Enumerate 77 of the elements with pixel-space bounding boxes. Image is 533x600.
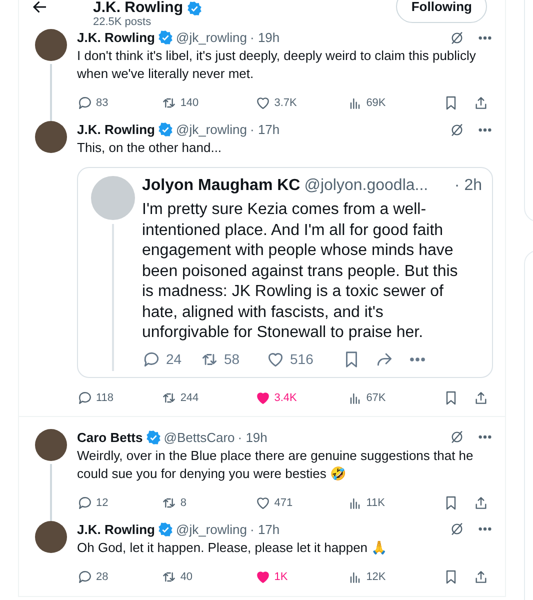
quoted-post-card[interactable]: [77, 167, 493, 378]
reply-button[interactable]: 118: [77, 390, 162, 406]
profile-name: J.K. Rowling: [93, 0, 183, 16]
repost-count: 140: [180, 97, 199, 109]
post-text: This, on the other hand...: [77, 139, 223, 157]
reply-count: 118: [96, 392, 114, 404]
repost-count: 8: [180, 496, 186, 508]
avatar: [35, 520, 67, 552]
reply-icon[interactable]: [77, 568, 93, 584]
views-button[interactable]: 12K: [347, 568, 443, 584]
views-count: 67K: [366, 392, 386, 404]
post-time: · 17h: [250, 121, 280, 138]
author-handle: @jk_rowling: [176, 29, 247, 46]
author-name: J.K. Rowling: [77, 29, 155, 46]
avatar: [91, 176, 135, 220]
post-time: · 2h: [454, 176, 482, 196]
like-count: 471: [274, 496, 293, 508]
views-button[interactable]: 69K: [347, 95, 443, 111]
share-icon[interactable]: [473, 95, 489, 111]
repost-button[interactable]: 244: [161, 390, 256, 406]
reply-icon[interactable]: [77, 95, 93, 111]
post-time: · 17h: [250, 520, 280, 538]
post-text: Oh God, let it happen. Please, please let it happen 🙏: [77, 538, 388, 556]
reply-count: 24: [166, 351, 182, 367]
repost-button[interactable]: 140: [161, 95, 256, 111]
share-icon[interactable]: [473, 390, 489, 406]
views-count: 69K: [366, 97, 386, 109]
repost-count: 58: [224, 351, 240, 367]
reply-count: 83: [96, 97, 108, 109]
like-button[interactable]: 3.7K: [255, 95, 348, 111]
reply-icon[interactable]: [77, 494, 93, 510]
heart-icon[interactable]: [255, 390, 272, 406]
post-text: I'm pretty sure Kezia comes from a well-intentioned place. And I'm all for good faith engagement with people whose minds have been poisoned against trans people. But this is madness: JK Rowling is a toxic sewer of hate, aligned with fascists, and it's unforgivable for Stonewall to praise her.: [142, 200, 459, 343]
reply-button[interactable]: 28: [77, 568, 162, 584]
avatar: [35, 121, 67, 153]
like-count: 3.7K: [274, 97, 297, 109]
author-handle: @jk_rowling: [176, 121, 247, 138]
like-count: 1K: [274, 570, 288, 582]
reply-icon[interactable]: [142, 350, 161, 368]
like-button[interactable]: 1K: [255, 568, 348, 584]
views-button[interactable]: 67K: [347, 390, 443, 406]
repost-button[interactable]: 8: [161, 494, 256, 510]
author-name: J.K. Rowling: [77, 520, 155, 538]
reply-count: 28: [96, 570, 108, 582]
reply-icon[interactable]: [77, 390, 93, 406]
author-handle: @jk_rowling: [176, 520, 247, 538]
avatar: [35, 428, 67, 460]
repost-count: 40: [180, 570, 193, 582]
share-icon[interactable]: [473, 568, 489, 584]
heart-icon[interactable]: [255, 568, 272, 584]
author-name: J.K. Rowling: [77, 121, 155, 138]
like-button[interactable]: 471: [255, 494, 348, 510]
like-count: 3.4K: [274, 392, 297, 404]
views-count: 12K: [366, 570, 386, 582]
avatar: [35, 29, 67, 61]
author-handle: @jolyon.goodla...: [304, 176, 428, 196]
views-button[interactable]: 11K: [347, 494, 443, 510]
reply-count: 12: [96, 496, 108, 508]
post-text: Weirdly, over in the Blue place there are genuine suggestions that he could sue you for denying you were besties 🤣: [77, 446, 474, 482]
author-handle: @BettsCaro: [164, 428, 235, 446]
views-count: 11K: [366, 496, 385, 508]
post-time: · 19h: [250, 29, 280, 46]
like-button[interactable]: 3.4K: [255, 390, 348, 406]
reply-button[interactable]: 12: [77, 494, 162, 510]
post-time: · 19h: [238, 428, 268, 446]
share-icon[interactable]: [473, 494, 489, 510]
heart-icon[interactable]: [255, 494, 272, 510]
posts-count: 22.5K posts: [93, 16, 152, 28]
like-count: 516: [290, 351, 314, 367]
repost-button[interactable]: 40: [161, 568, 256, 584]
heart-icon[interactable]: [255, 95, 272, 111]
reply-button[interactable]: 83: [77, 95, 162, 111]
post-text: I don't think it's libel, it's just deeply, deeply weird to claim this publicly when we've literally never met.: [77, 47, 477, 83]
author-name: Caro Betts: [77, 428, 143, 446]
author-name: Jolyon Maugham KC: [142, 176, 300, 196]
following-button[interactable]: Following: [396, 0, 487, 23]
repost-count: 244: [180, 392, 199, 404]
